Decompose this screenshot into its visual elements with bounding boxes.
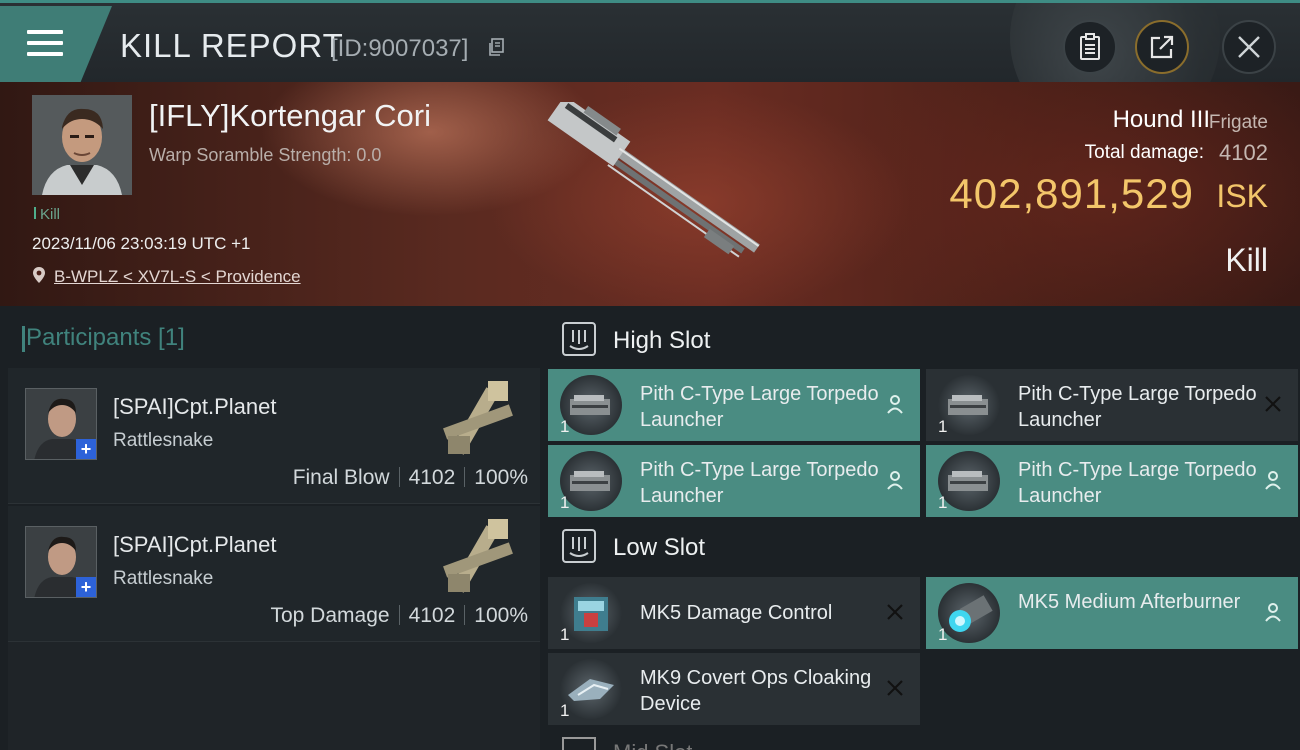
module-item[interactable]: 1 Pith C-Type Large Torpedo Launcher — [926, 369, 1298, 441]
menu-button[interactable] — [0, 6, 112, 82]
module-item[interactable]: 1 Pith C-Type Large Torpedo Launcher — [548, 369, 920, 441]
mid-slot-label: Mid Slot — [613, 740, 692, 750]
participants-heading: Participants [1] — [22, 324, 185, 352]
module-name: Pith C-Type Large Torpedo Launcher — [640, 459, 879, 507]
dropped-person-icon — [1262, 601, 1284, 623]
kill-location-link[interactable]: B-WPLZ < XV7L-S < Providence — [54, 267, 301, 287]
kill-tag: Kill — [34, 206, 60, 223]
module-item[interactable]: 1 MK5 Damage Control — [548, 577, 920, 649]
dropped-person-icon — [884, 393, 906, 415]
kill-datetime: 2023/11/06 23:03:19 UTC +1 — [32, 234, 251, 253]
dropped-person-icon — [1262, 469, 1284, 491]
participant-ship: Rattlesnake — [113, 568, 214, 589]
module-item[interactable]: 1 Pith C-Type Large Torpedo Launcher — [548, 445, 920, 517]
module-name: MK5 Damage Control — [640, 602, 833, 624]
isk-unit: ISK — [1216, 178, 1268, 214]
participant-row[interactable]: + [SPAI]Cpt.Planet Rattlesnake Top Damag… — [8, 506, 540, 642]
module-quantity: 1 — [938, 493, 948, 512]
victim-portrait[interactable] — [32, 95, 132, 195]
dropped-person-icon — [884, 469, 906, 491]
low-slot-icon — [562, 529, 596, 563]
mid-slot-icon — [562, 737, 596, 750]
participants-empty-area — [8, 642, 540, 750]
report-id: [ID:9007037] — [331, 35, 469, 62]
module-item[interactable]: 1 Pith C-Type Large Torpedo Launcher — [926, 445, 1298, 517]
add-contact-icon[interactable]: + — [76, 577, 96, 597]
participants-panel: Participants [1] + [SPAI]Cpt.Planet Ratt… — [8, 312, 540, 750]
module-quantity: 1 — [938, 625, 948, 644]
destroyed-x-icon — [884, 601, 906, 623]
high-slot-header: High Slot — [548, 312, 1300, 370]
participant-ship-image — [443, 381, 513, 455]
close-icon — [1238, 36, 1260, 58]
participant-name[interactable]: [SPAI]Cpt.Planet — [113, 394, 276, 420]
high-slot-label: High Slot — [613, 327, 711, 354]
participant-name[interactable]: [SPAI]Cpt.Planet — [113, 532, 276, 558]
high-slot-icon — [562, 322, 596, 356]
low-slot-header: Low Slot — [548, 519, 1300, 577]
copy-icon[interactable] — [488, 38, 505, 57]
victim-ship-image — [547, 102, 760, 258]
participant-role: Final Blow — [292, 466, 390, 489]
module-item[interactable]: 1 MK9 Covert Ops Cloaking Device — [548, 653, 920, 725]
victim-ship-name[interactable]: Hound III — [1113, 106, 1210, 134]
participant-role: Top Damage — [270, 604, 390, 627]
participant-row[interactable]: + [SPAI]Cpt.Planet Rattlesnake Final Blo… — [8, 368, 540, 504]
warp-scramble-strength: Warp Soramble Strength: 0.0 — [149, 145, 382, 165]
total-damage-value: 4102 — [1219, 140, 1268, 165]
module-name: Pith C-Type Large Torpedo Launcher — [640, 383, 879, 431]
module-name: Pith C-Type Large Torpedo Launcher — [1018, 459, 1257, 507]
close-button[interactable] — [1222, 20, 1276, 74]
participant-stats: Top Damage 4102 100% — [270, 604, 528, 628]
module-item[interactable]: 1 MK5 Medium Afterburner — [926, 577, 1298, 649]
victim-pilot-name[interactable]: [IFLY]Kortengar Cori — [149, 98, 431, 134]
destroyed-x-icon — [1262, 393, 1284, 415]
module-name: MK5 Medium Afterburner — [1018, 591, 1241, 613]
module-name: MK9 Covert Ops Cloaking Device — [640, 667, 872, 715]
clipboard-icon — [1080, 33, 1100, 60]
share-icon — [1150, 35, 1174, 59]
add-contact-icon[interactable]: + — [76, 439, 96, 459]
kill-summary-banner: [IFLY]Kortengar Cori Warp Soramble Stren… — [0, 82, 1300, 306]
participant-avatar[interactable]: + — [25, 526, 97, 598]
page-title: KILL REPORT — [120, 27, 344, 64]
location-pin-icon — [33, 267, 45, 283]
kill-result: Kill — [1225, 242, 1268, 278]
participant-damage: 4102 — [408, 604, 456, 627]
isk-value: 402,891,529 — [949, 170, 1194, 217]
module-quantity: 1 — [560, 701, 570, 720]
module-name: Pith C-Type Large Torpedo Launcher — [1018, 383, 1257, 431]
victim-ship-class: Frigate — [1208, 112, 1268, 133]
participant-percent: 100% — [474, 466, 528, 489]
clipboard-button[interactable] — [1063, 20, 1117, 74]
participant-damage: 4102 — [408, 466, 456, 489]
participant-percent: 100% — [474, 604, 528, 627]
total-damage-label: Total damage: — [1084, 142, 1204, 163]
module-quantity: 1 — [938, 417, 948, 436]
module-quantity: 1 — [560, 625, 570, 644]
participant-stats: Final Blow 4102 100% — [293, 466, 528, 490]
low-slot-label: Low Slot — [613, 534, 706, 561]
top-bar: KILL REPORT [ID:9007037] — [0, 0, 1300, 83]
module-quantity: 1 — [560, 493, 570, 512]
participant-avatar[interactable]: + — [25, 388, 97, 460]
menu-icon — [27, 30, 63, 58]
share-button[interactable] — [1135, 20, 1189, 74]
module-quantity: 1 — [560, 417, 570, 436]
participant-ship-image — [443, 519, 513, 593]
participant-ship: Rattlesnake — [113, 430, 214, 451]
destroyed-x-icon — [884, 677, 906, 699]
